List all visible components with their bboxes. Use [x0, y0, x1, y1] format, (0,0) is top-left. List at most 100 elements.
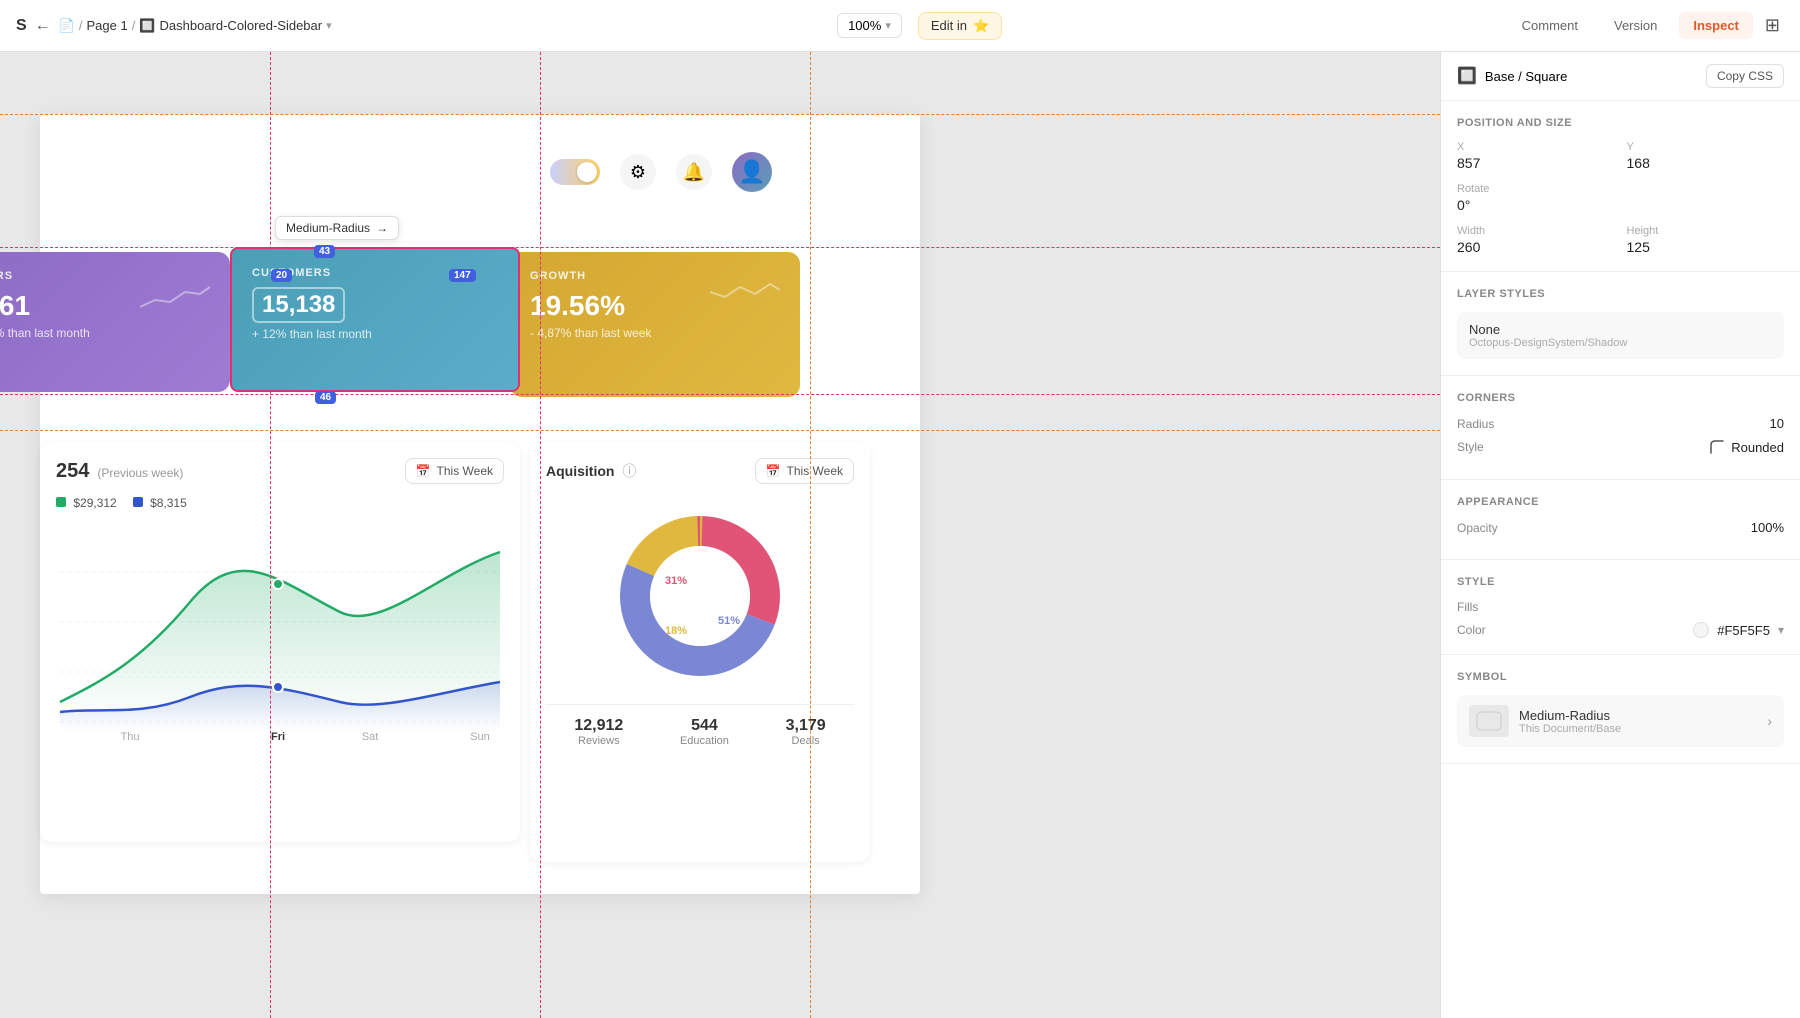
radius-row: Radius 10 [1457, 416, 1784, 431]
layer-style-name: None [1469, 322, 1772, 337]
panel-header: 🔲 Base / Square Copy CSS [1441, 52, 1800, 101]
left-chart-stats: 254 (Previous week) [56, 460, 183, 483]
right-this-week-btn[interactable]: 📅 This Week [755, 458, 854, 484]
corners-section: CORNERS Radius 10 Style Rounded [1441, 376, 1800, 480]
field-x: X 857 [1457, 141, 1615, 171]
rotate-value: 0° [1457, 197, 1615, 213]
style-value-row: Rounded [1709, 439, 1784, 455]
appearance-section: APPEARANCE Opacity 100% [1441, 480, 1800, 560]
tab-version[interactable]: Version [1600, 12, 1671, 39]
svg-text:18%: 18% [665, 625, 687, 637]
symbol-box[interactable]: Medium-Radius This Document/Base › [1457, 695, 1784, 747]
field-height: Height 125 [1627, 225, 1785, 255]
legend-value-2: $8,315 [150, 496, 187, 510]
x-value: 857 [1457, 155, 1615, 171]
reviews-label: Reviews [574, 735, 623, 747]
symbol-name: Medium-Radius [1519, 708, 1767, 723]
field-rotate: Rotate 0° [1457, 183, 1615, 213]
edit-button[interactable]: Edit in ⭐ [918, 12, 1002, 40]
canvas-area[interactable]: ⚙ 🔔 👤 ORDERS 5,661 + 3,21% than last mon… [0, 52, 1440, 1018]
education-value: 544 [680, 717, 729, 735]
symbol-path: This Document/Base [1519, 723, 1767, 735]
style-value-text: Rounded [1731, 440, 1784, 455]
customers-sub: + 12% than last month [252, 327, 498, 341]
svg-text:Sun: Sun [470, 731, 490, 743]
panel-toggle-button[interactable]: ⊞ [1761, 11, 1784, 40]
copy-css-button[interactable]: Copy CSS [1706, 64, 1784, 88]
breadcrumb-chevron: ▾ [326, 19, 332, 32]
dashboard-topbar: ⚙ 🔔 👤 [550, 152, 772, 192]
symbol-chevron[interactable]: › [1767, 713, 1772, 729]
height-value: 125 [1627, 239, 1785, 255]
symbol-preview-svg [1475, 710, 1503, 732]
stat-deals: 3,179 Deals [786, 717, 826, 747]
medium-radius-label: Medium-Radius [286, 221, 370, 235]
customers-value: 15,138 [252, 287, 345, 323]
top-bar-left: S ← 📄 / Page 1 / 🔲 Dashboard-Colored-Sid… [16, 17, 332, 35]
x-label: X [1457, 141, 1615, 153]
tab-inspect[interactable]: Inspect [1679, 12, 1753, 39]
right-chart-card: Aquisition ⓘ 📅 This Week [530, 442, 870, 862]
color-chevron[interactable]: ▾ [1778, 623, 1784, 637]
rounded-icon [1709, 439, 1725, 455]
left-chart-header: 254 (Previous week) 📅 This Week [56, 458, 504, 484]
growth-card: GROWTH 19.56% - 4,87% than last week [510, 252, 800, 397]
left-this-week-btn[interactable]: 📅 This Week [405, 458, 504, 484]
position-size-title: POSITION AND SIZE [1457, 117, 1784, 129]
y-value: 168 [1627, 155, 1785, 171]
orders-sub: + 3,21% than last month [0, 326, 210, 340]
medium-radius-arrow: → [376, 221, 388, 235]
orders-card: ORDERS 5,661 + 3,21% than last month [0, 252, 230, 392]
calendar-icon: 📅 [416, 464, 431, 478]
deals-value: 3,179 [786, 717, 826, 735]
svg-text:31%: 31% [665, 575, 687, 587]
fills-row: Fills [1457, 600, 1784, 614]
legend-value-1: $29,312 [73, 496, 116, 510]
medium-radius-tag: Medium-Radius → [275, 216, 399, 240]
color-swatch[interactable] [1693, 622, 1709, 638]
symbol-title: SYMBOL [1457, 671, 1784, 683]
theme-toggle[interactable] [550, 159, 600, 185]
rotate-label: Rotate [1457, 183, 1615, 195]
donut-svg: 31% 51% 18% [610, 506, 790, 686]
y-label: Y [1627, 141, 1785, 153]
color-swatch-row: #F5F5F5 ▾ [1693, 622, 1784, 638]
breadcrumb-component[interactable]: Dashboard-Colored-Sidebar [160, 18, 323, 33]
zoom-value: 100% [848, 18, 881, 33]
svg-text:Thu: Thu [121, 731, 140, 743]
growth-sub: - 4,87% than last week [530, 326, 780, 340]
radius-value: 10 [1770, 416, 1784, 431]
acquisition-stats: 12,912 Reviews 544 Education 3,179 Deals [546, 704, 854, 747]
width-label: Width [1457, 225, 1615, 237]
breadcrumb-page[interactable]: Page 1 [86, 18, 127, 33]
prev-week: (Previous week) [97, 466, 183, 480]
style-title: STYLE [1457, 576, 1784, 588]
legend-dot-2 [133, 497, 143, 507]
settings-icon[interactable]: ⚙ [620, 154, 656, 190]
info-icon[interactable]: ⓘ [622, 461, 636, 481]
style-row: Style Rounded [1457, 439, 1784, 455]
this-week-label-right: This Week [787, 464, 843, 478]
reviews-value: 12,912 [574, 717, 623, 735]
color-hex: #F5F5F5 [1717, 623, 1770, 638]
back-button[interactable]: ← [35, 17, 51, 35]
opacity-row: Opacity 100% [1457, 520, 1784, 535]
edit-emoji: ⭐ [973, 18, 989, 34]
legend-item-2: $8,315 [133, 496, 187, 510]
fills-label: Fills [1457, 600, 1478, 614]
avatar[interactable]: 👤 [732, 152, 772, 192]
logo: S [16, 17, 27, 35]
style-section: STYLE Fills Color #F5F5F5 ▾ [1441, 560, 1800, 655]
symbol-info: Medium-Radius This Document/Base [1519, 708, 1767, 735]
notification-icon[interactable]: 🔔 [676, 154, 712, 190]
donut-wrapper: 31% 51% 18% [546, 496, 854, 696]
left-chart-card: 254 (Previous week) 📅 This Week $29,312 [40, 442, 520, 842]
tab-comment[interactable]: Comment [1508, 12, 1592, 39]
appearance-title: APPEARANCE [1457, 496, 1784, 508]
top-bar-right: Comment Version Inspect ⊞ [1508, 11, 1784, 40]
zoom-control[interactable]: 100% ▾ [837, 13, 902, 38]
style-label: Style [1457, 440, 1484, 454]
this-week-label: This Week [437, 464, 493, 478]
acquisition-title: Aquisition [546, 463, 614, 479]
opacity-label: Opacity [1457, 521, 1498, 535]
